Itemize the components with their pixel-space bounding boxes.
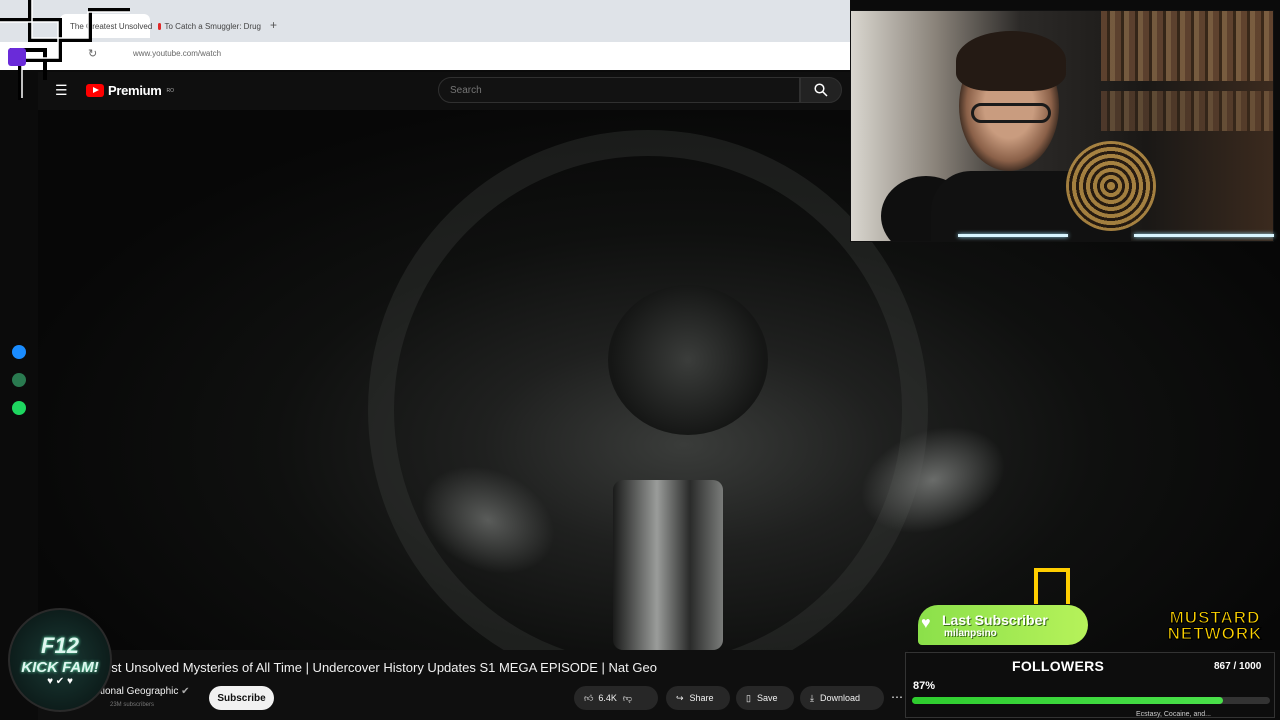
more-options-icon[interactable]: ⋯ <box>891 690 903 704</box>
whatsapp-icon[interactable] <box>12 373 26 387</box>
url-text[interactable]: www.youtube.com/watch <box>133 49 221 58</box>
nat-geo-logo <box>1034 568 1070 604</box>
thumbs-up-icon: 👍︎ <box>584 692 594 703</box>
spotify-icon[interactable] <box>12 401 26 415</box>
channel-name-text: tional Geographic <box>100 686 179 697</box>
download-label: Download <box>819 693 861 703</box>
thumbs-down-icon: 👎︎ <box>622 692 633 703</box>
save-label: Save <box>756 693 778 703</box>
subscriber-count: 23M subscribers <box>110 702 155 708</box>
webcam-accent-line <box>958 234 1068 237</box>
messenger-icon[interactable] <box>12 345 26 359</box>
browser-tab[interactable]: To Catch a Smuggler: Drug <box>152 14 267 38</box>
bookmark-icon: ▯ <box>746 692 751 703</box>
overlay-corner-decoration <box>0 0 130 100</box>
brand-line-2: NETWORK <box>1167 624 1263 643</box>
followers-count: 867 / 1000 <box>1214 661 1262 672</box>
tab-label: To Catch a Smuggler: Drug <box>164 21 262 31</box>
youtube-favicon-icon <box>158 22 161 30</box>
like-count: 6.4K <box>598 693 617 703</box>
plus-icon[interactable]: + <box>270 18 277 32</box>
glasses <box>971 103 1051 123</box>
bookshelf <box>1101 91 1273 131</box>
heart-icon: ♥ <box>921 615 931 632</box>
search-input[interactable] <box>438 77 800 103</box>
verified-icon: ✔ <box>181 686 190 697</box>
subscribe-button[interactable]: Subscribe <box>209 686 274 710</box>
last-subscriber-alert: Last Subscriber milanpsino <box>918 605 1088 645</box>
share-button[interactable]: ↪ Share <box>666 686 730 710</box>
last-subscriber-name: milanpsino <box>944 627 997 639</box>
followers-title: FOLLOWERS <box>1012 658 1105 674</box>
save-button[interactable]: ▯ Save <box>736 686 794 710</box>
download-button[interactable]: ⤓ Download <box>800 686 884 710</box>
search-button[interactable] <box>800 77 842 103</box>
badge-line-2: KICK FAM! <box>21 659 99 676</box>
last-subscriber-title: Last Subscriber <box>942 611 1048 628</box>
dislike-button[interactable]: 👎︎ <box>623 693 632 704</box>
followers-percent: 87% <box>913 680 936 692</box>
followers-progress-fill <box>912 697 1224 704</box>
region-code: RO <box>166 87 175 94</box>
leopard-chair <box>1066 141 1156 231</box>
video-title: est Unsolved Mysteries of All Time | Und… <box>104 660 657 675</box>
heart-icons: ♥ ✔ ♥ <box>47 676 73 687</box>
webcam-accent-line <box>1134 234 1274 237</box>
search-icon <box>814 83 828 97</box>
video-frame-detail <box>613 480 723 650</box>
like-button[interactable]: 👍︎ 6.4K <box>584 693 617 704</box>
badge-line-1: F12 <box>41 633 79 658</box>
channel-name[interactable]: tional Geographic ✔ <box>100 686 190 697</box>
like-dislike-group: 👍︎ 6.4K 👎︎ <box>574 686 658 710</box>
share-icon: ↪ <box>676 692 684 703</box>
bookshelf <box>1101 11 1273 81</box>
streamer-hair <box>956 31 1066 91</box>
share-label: Share <box>689 693 714 703</box>
download-icon: ⤓ <box>810 692 814 703</box>
webcam-feed <box>850 10 1274 242</box>
video-frame-detail <box>608 285 768 435</box>
community-badge: F12 KICK FAM! ♥ ✔ ♥ <box>8 608 112 712</box>
ticker-text: Ecstasy, Cocaine, and... <box>1136 711 1211 718</box>
brand-logo: MUSTARD NETWORK <box>1156 608 1274 644</box>
